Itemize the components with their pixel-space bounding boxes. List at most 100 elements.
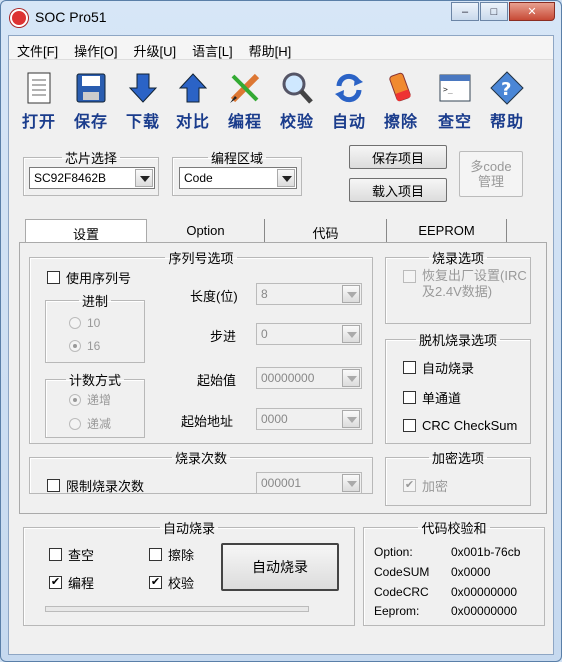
checksum-value: 0x00000000 [451, 585, 518, 599]
crc-checksum-checkbox[interactable]: CRC CheckSum [403, 418, 517, 433]
start-address-label: 起始地址 [181, 414, 234, 429]
tab-code[interactable]: 代码 [265, 219, 387, 243]
chevron-down-icon[interactable] [342, 369, 360, 387]
count-mode-legend: 计数方式 [68, 373, 121, 388]
radix-16-radio[interactable]: 16 [69, 339, 100, 353]
auto-blank-check-checkbox[interactable]: 查空 [49, 545, 94, 564]
checkbox-box[interactable] [403, 419, 416, 432]
verify-button[interactable]: 校验 [273, 66, 321, 132]
check-icon[interactable]: ✔ [403, 479, 416, 492]
menu-file[interactable]: 文件[F] [9, 36, 66, 59]
checkbox-box[interactable] [403, 270, 416, 283]
open-button[interactable]: 打开 [15, 66, 63, 132]
window-title: SOC Pro51 [35, 9, 107, 25]
count-up-radio[interactable]: 递增 [69, 391, 111, 408]
auto-refresh-icon [335, 73, 363, 103]
menu-help[interactable]: 帮助[H] [241, 36, 300, 59]
auto-program-checkbox[interactable]: ✔ 编程 [49, 573, 94, 592]
tab-option[interactable]: Option [147, 219, 265, 243]
chevron-down-icon[interactable] [135, 169, 153, 187]
download-arrow-icon [128, 73, 158, 103]
checkbox-box[interactable] [47, 479, 60, 492]
maximize-button[interactable]: □ [480, 2, 508, 21]
download-label: 下载 [125, 114, 160, 131]
open-label: 打开 [21, 114, 56, 131]
radix-16-label: 16 [87, 339, 101, 353]
step-combo[interactable]: 0 [256, 323, 362, 345]
checksum-key: Option: [374, 545, 413, 559]
compare-button[interactable]: 对比 [169, 66, 217, 132]
chevron-down-icon[interactable] [342, 325, 360, 343]
radix-10-label: 10 [87, 316, 101, 330]
count-down-label: 递减 [87, 417, 112, 431]
count-down-radio[interactable]: 递减 [69, 415, 111, 432]
checkbox-box[interactable] [47, 271, 60, 284]
chevron-down-icon[interactable] [342, 285, 360, 303]
chip-select-combo[interactable]: SC92F8462B [29, 167, 155, 189]
minimize-button[interactable]: – [451, 2, 479, 21]
blank-check-button[interactable]: >_ 查空 [431, 66, 479, 132]
checksum-value: 0x00000000 [451, 604, 518, 618]
help-button[interactable]: ? 帮助 [483, 66, 531, 132]
blank-check-icon: >_ [439, 74, 471, 102]
checkbox-box[interactable] [403, 361, 416, 374]
chevron-down-icon[interactable] [342, 410, 360, 428]
serial-legend: 序列号选项 [168, 251, 234, 266]
start-value-combo[interactable]: 00000000 [256, 367, 362, 389]
close-button[interactable]: ✕ [509, 2, 555, 21]
length-combo[interactable]: 8 [256, 283, 362, 305]
menu-operate[interactable]: 操作[O] [66, 36, 125, 59]
burn-options-legend: 烧录选项 [431, 251, 484, 266]
auto-label: 自动 [331, 114, 366, 131]
erase-button[interactable]: 擦除 [377, 66, 425, 132]
chevron-down-icon[interactable] [277, 169, 295, 187]
check-icon[interactable]: ✔ [49, 576, 62, 589]
radio-dot[interactable] [69, 393, 81, 406]
checksum-key: CodeSUM [374, 565, 430, 579]
save-project-button[interactable]: 保存项目 [349, 145, 447, 169]
auto-button[interactable]: 自动 [325, 66, 373, 132]
tab-settings[interactable]: 设置 [25, 219, 147, 243]
encrypt-checkbox[interactable]: ✔ 加密 [403, 476, 448, 495]
region-value: Code [184, 171, 213, 185]
blank-check-label: 查空 [437, 114, 472, 131]
svg-text:>_: >_ [443, 85, 453, 94]
restore-factory-label: 恢复出厂设置(IRC及2.4V数据) [422, 268, 527, 299]
menu-upgrade[interactable]: 升级[U] [126, 36, 185, 59]
radio-dot[interactable] [69, 417, 81, 430]
title-bar[interactable]: SOC Pro51 – □ ✕ [1, 1, 561, 33]
auto-burn-button[interactable]: 自动烧录 [221, 543, 339, 591]
auto-verify-checkbox[interactable]: ✔ 校验 [149, 573, 194, 592]
program-button[interactable]: 编程 [221, 66, 269, 132]
save-disk-icon [76, 73, 106, 103]
burn-count-combo[interactable]: 000001 [256, 472, 362, 494]
use-serial-checkbox[interactable]: 使用序列号 [47, 268, 131, 287]
radio-dot[interactable] [69, 340, 81, 352]
use-serial-label: 使用序列号 [66, 271, 132, 286]
check-icon[interactable]: ✔ [149, 576, 162, 589]
download-button[interactable]: 下载 [119, 66, 167, 132]
limit-burn-checkbox[interactable]: 限制烧录次数 [47, 476, 144, 495]
load-project-button[interactable]: 载入项目 [349, 178, 447, 202]
help-label: 帮助 [489, 114, 524, 131]
start-address-combo[interactable]: 0000 [256, 408, 362, 430]
verify-label: 校验 [279, 114, 314, 131]
compare-arrow-icon [178, 73, 208, 103]
auto-burn-offline-checkbox[interactable]: 自动烧录 [403, 358, 474, 377]
multi-code-manage-button[interactable]: 多code 管理 [459, 151, 523, 197]
radio-dot[interactable] [69, 317, 81, 329]
save-button[interactable]: 保存 [67, 66, 115, 132]
app-logo-icon [10, 9, 28, 27]
checkbox-box[interactable] [49, 548, 62, 561]
auto-erase-checkbox[interactable]: 擦除 [149, 545, 194, 564]
region-combo[interactable]: Code [179, 167, 297, 189]
checkbox-box[interactable] [403, 391, 416, 404]
checksum-key: Eeprom: [374, 604, 420, 618]
chevron-down-icon[interactable] [342, 474, 360, 492]
menu-language[interactable]: 语言[L] [184, 36, 240, 59]
tab-eeprom[interactable]: EEPROM [387, 219, 507, 243]
radix-10-radio[interactable]: 10 [69, 316, 100, 330]
single-channel-checkbox[interactable]: 单通道 [403, 388, 461, 407]
checkbox-box[interactable] [149, 548, 162, 561]
restore-factory-checkbox[interactable]: 恢复出厂设置(IRC及2.4V数据) [403, 268, 527, 300]
